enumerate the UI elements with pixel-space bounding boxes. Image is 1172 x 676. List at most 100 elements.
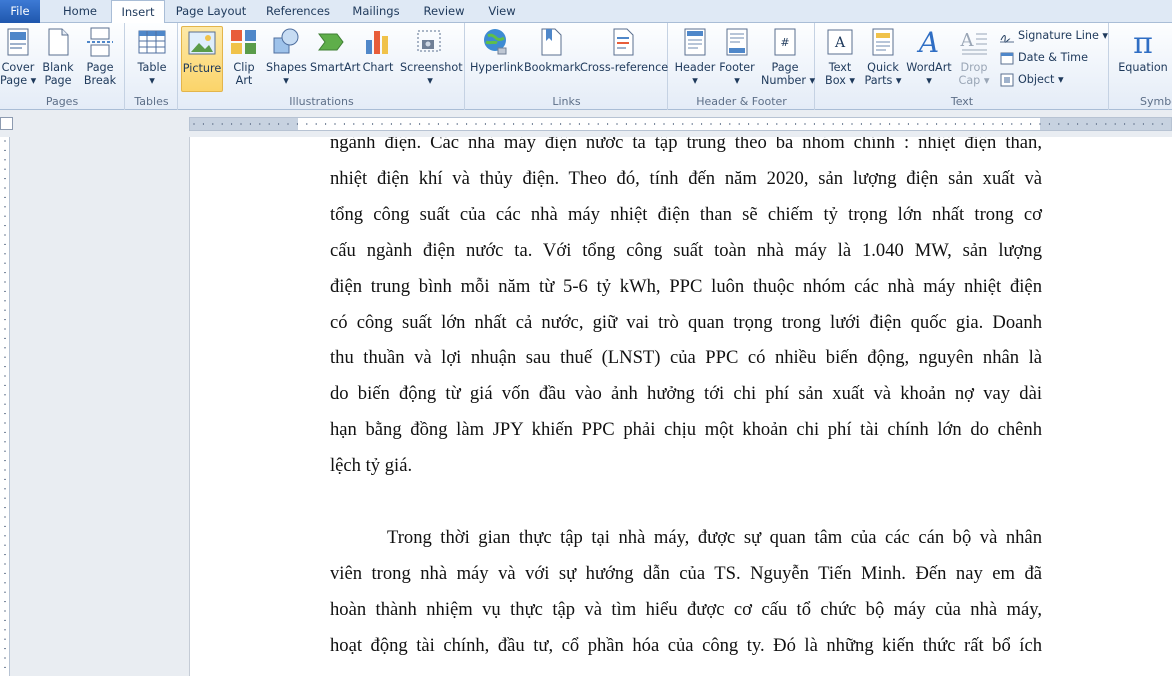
ribbon-insert: Cover Page ▾ Blank Page Page Break Pages… [0, 23, 1172, 110]
blank-page-button[interactable]: Blank Page [40, 26, 76, 87]
page-number-label2: Number [761, 74, 806, 87]
equation-button[interactable]: π Equation [1114, 26, 1172, 74]
svg-text:A: A [960, 30, 975, 51]
table-button[interactable]: Table ▾ [132, 26, 172, 87]
screenshot-button[interactable]: Screenshot ▾ [400, 26, 463, 87]
hyperlink-button[interactable]: Hyperlink [470, 26, 523, 74]
tab-review[interactable]: Review [416, 0, 472, 23]
tab-page-layout[interactable]: Page Layout [170, 0, 252, 23]
tab-references[interactable]: References [258, 0, 338, 23]
chart-icon [366, 31, 388, 54]
text-line: thu thuần và lợi nhuận sau thuế (LNST) c… [330, 347, 1042, 369]
drop-cap-label: Drop [960, 61, 988, 74]
group-text-label: Text [950, 95, 974, 108]
smartart-label: SmartArt [310, 61, 361, 74]
tab-mailings[interactable]: Mailings [344, 0, 408, 23]
cover-page-label2: Page [0, 74, 28, 87]
group-header-footer: Header ▾ Footer ▾ # Page Number ▾ Header &… [669, 23, 815, 110]
tab-insert[interactable]: Insert [111, 0, 165, 24]
text-line: lệch tỷ giá. [330, 455, 413, 477]
text-box-label: Text [828, 61, 852, 74]
text-line: hoạt động tài chính, đầu tư, cổ phần hóa… [330, 634, 1042, 656]
hyperlink-icon [484, 29, 507, 55]
text-line: cấu ngành điện nước ta. Với tổng công su… [330, 239, 1042, 261]
text-box-button[interactable]: A Text Box ▾ [822, 26, 858, 87]
vertical-ruler[interactable] [0, 137, 10, 676]
screenshot-label: Screenshot [400, 61, 463, 74]
tab-stop-selector[interactable] [0, 117, 13, 130]
chart-button[interactable]: Chart [360, 26, 396, 74]
page-number-button[interactable]: # Page Number ▾ [761, 26, 815, 87]
page-break-button[interactable]: Page Break [82, 26, 118, 87]
shapes-button[interactable]: Shapes ▾ [266, 26, 307, 87]
blank-page-label2: Page [44, 74, 72, 87]
text-line: có công suất lớn nhất cả nước, giữ vai t… [330, 311, 1042, 333]
picture-icon [188, 31, 216, 55]
page-break-label: Page [86, 61, 114, 74]
paragraph-2: Trong thời gian thực tập tại nhà máy, đư… [330, 520, 1042, 664]
shapes-icon [273, 28, 299, 54]
svg-text:A: A [916, 26, 939, 58]
signature-line-icon [1000, 35, 1014, 43]
object-label: Object [1018, 73, 1055, 86]
blank-page-label: Blank [42, 61, 74, 74]
screenshot-icon [417, 30, 441, 52]
tab-home[interactable]: Home [52, 0, 108, 23]
group-header-footer-label: Header & Footer [696, 95, 787, 108]
cross-reference-button[interactable]: Cross-reference [580, 26, 669, 74]
svg-text:#: # [780, 36, 789, 49]
text-line: do biến động từ giá vốn đầu vào ảnh hưởn… [330, 383, 1042, 405]
chart-label: Chart [362, 61, 394, 74]
clip-art-icon [231, 30, 256, 54]
signature-line-button[interactable]: Signature Line ▾ [999, 26, 1108, 46]
date-time-label: Date & Time [1018, 51, 1088, 64]
bookmark-button[interactable]: Bookmark [524, 26, 581, 74]
date-time-button[interactable]: Date & Time [999, 48, 1088, 68]
group-tables-label: Tables [134, 95, 169, 108]
vertical-ruler-ticks [4, 140, 6, 668]
equation-label: Equation [1118, 61, 1168, 74]
quick-parts-label2: Parts [864, 74, 893, 87]
wordart-icon: A [916, 26, 939, 58]
page-break-label2: Break [83, 74, 117, 87]
cover-page-label: Cover [1, 61, 35, 74]
quick-parts-icon [872, 28, 894, 56]
cross-reference-label: Cross-reference [580, 61, 669, 74]
group-symbols: π Equation Symbo [1110, 23, 1172, 110]
group-text: A Text Box ▾ Quick Parts ▾ A WordArt ▾ A … [816, 23, 1109, 110]
horizontal-ruler[interactable] [189, 117, 1172, 131]
table-icon [138, 30, 166, 54]
text-line: nhiệt điện khí và thủy điện. Theo đó, tí… [330, 167, 1042, 189]
drop-cap-button[interactable]: A Drop Cap ▾ [956, 26, 992, 87]
drop-cap-icon: A [960, 30, 987, 55]
smartart-button[interactable]: SmartArt [310, 26, 360, 74]
picture-label: Picture [182, 62, 222, 75]
text-line: điện trung bình mỗi năm từ 5-6 tỷ kWh, P… [330, 275, 1042, 297]
quick-parts-button[interactable]: Quick Parts ▾ [864, 26, 902, 87]
ruler-ticks [193, 123, 1163, 125]
shapes-label: Shapes [266, 61, 307, 74]
cover-page-button[interactable]: Cover Page ▾ [0, 26, 36, 87]
bookmark-label: Bookmark [524, 61, 581, 74]
group-symbols-label: Symbo [1140, 95, 1172, 108]
blank-page-icon [48, 28, 69, 56]
page-number-icon: # [774, 28, 796, 56]
smartart-icon [318, 33, 344, 51]
footer-button[interactable]: Footer ▾ [717, 26, 757, 87]
tab-view[interactable]: View [480, 0, 524, 23]
object-button[interactable]: Object ▾ [999, 70, 1064, 90]
document-body[interactable]: ngành điện. Các nhà máy điện nước ta tập… [330, 137, 1042, 664]
picture-button[interactable]: Picture [181, 26, 223, 92]
group-pages-label: Pages [45, 95, 79, 108]
clip-art-button[interactable]: Clip Art [228, 26, 260, 87]
page-number-label: Page [771, 61, 799, 74]
tab-file[interactable]: File [0, 0, 40, 23]
group-tables: Table ▾ Tables [126, 23, 178, 110]
header-label: Header [674, 61, 716, 74]
header-button[interactable]: Header ▾ [673, 26, 717, 87]
document-page[interactable]: ngành điện. Các nhà máy điện nước ta tập… [189, 137, 1172, 676]
quick-parts-label: Quick [867, 61, 899, 74]
text-line: ngành điện. Các nhà máy điện nước ta tập… [330, 137, 1042, 153]
wordart-button[interactable]: A WordArt ▾ [906, 26, 952, 87]
drop-cap-label2: Cap [958, 74, 981, 87]
